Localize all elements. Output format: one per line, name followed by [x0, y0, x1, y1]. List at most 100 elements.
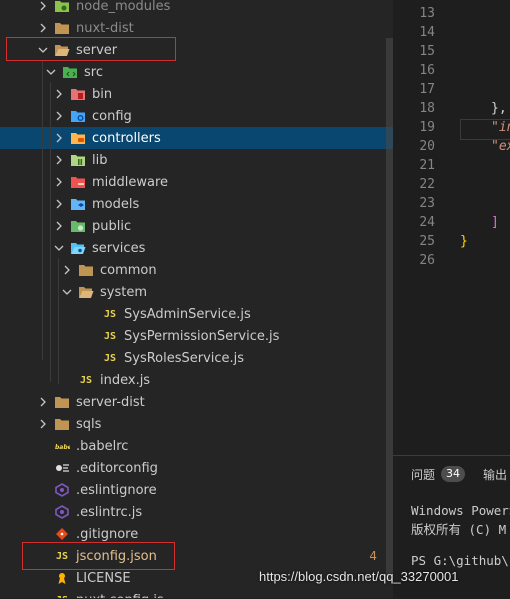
terminal-line: 版权所有 (C) M: [411, 522, 507, 537]
tree-item-label: SysPermissionService.js: [124, 328, 280, 344]
tree-item-label: nuxt.config.js: [76, 593, 164, 599]
tree-item-eslintrc-js[interactable]: .eslintrc.js: [0, 501, 393, 523]
tree-item-label: lib: [92, 152, 108, 168]
chevron-down-icon[interactable]: [60, 285, 74, 299]
chevron-right-icon[interactable]: [52, 131, 66, 145]
line-number: 19: [419, 120, 435, 135]
tree-item-services[interactable]: services: [0, 237, 393, 259]
editorconfig-icon: [54, 460, 70, 476]
folder-icon: [54, 394, 70, 410]
chevron-right-icon[interactable]: [52, 87, 66, 101]
line-number: 16: [419, 63, 435, 78]
chevron-down-icon[interactable]: [52, 241, 66, 255]
chevron-right-icon[interactable]: [36, 417, 50, 431]
annotation-box-jsconfig: [22, 542, 175, 570]
terminal-prompt[interactable]: PS G:\github\b: [411, 553, 510, 568]
panel-tabs: 问题 34 输出: [393, 464, 510, 484]
chevron-down-icon[interactable]: [44, 65, 58, 79]
tree-item-label: .gitignore: [76, 526, 139, 542]
line-number: 14: [419, 25, 435, 40]
tab-output-label: 输出: [483, 467, 508, 482]
folder-icon: [54, 416, 70, 432]
tree-item-label: index.js: [100, 372, 151, 388]
tree-item-server-dist[interactable]: server-dist: [0, 391, 393, 413]
line-number: 24: [419, 215, 435, 230]
tree-item-eslintignore[interactable]: .eslintignore: [0, 479, 393, 501]
tab-problems[interactable]: 问题 34: [411, 466, 466, 483]
code-editor[interactable]: 1314151617181920212223242526 }, "in "ex …: [393, 0, 510, 455]
src-folder-icon: [62, 64, 78, 80]
tree-item-lib[interactable]: lib: [0, 149, 393, 171]
tree-item-editorconfig[interactable]: .editorconfig: [0, 457, 393, 479]
line-number: 15: [419, 44, 435, 59]
tree-item-label: services: [92, 240, 146, 256]
tree-item-label: nuxt-dist: [76, 20, 134, 36]
tree-item-babelrc[interactable]: babel .babelrc: [0, 435, 393, 457]
tree-item-label: middleware: [92, 174, 169, 190]
tree-item-label: sqls: [76, 416, 102, 432]
chevron-right-icon[interactable]: [60, 263, 74, 277]
code-line-24: ]: [491, 215, 499, 230]
tree-item-node-modules[interactable]: node_modules: [0, 0, 393, 17]
tree-item-label: src: [84, 64, 103, 80]
code-line-25: }: [460, 234, 468, 249]
babel-icon: babel: [54, 438, 70, 454]
tree-item-label: node_modules: [76, 0, 171, 14]
chevron-right-icon[interactable]: [52, 219, 66, 233]
tree-item-label: SysRolesService.js: [124, 350, 245, 366]
chevron-right-icon[interactable]: [52, 153, 66, 167]
controllers-folder-icon: [70, 130, 86, 146]
chevron-right-icon[interactable]: [52, 175, 66, 189]
line-number: 21: [419, 158, 435, 173]
tab-problems-label: 问题: [411, 467, 436, 482]
annotation-box-server: [6, 37, 176, 61]
tree-item-nuxt-config-js[interactable]: JS nuxt.config.js: [0, 589, 393, 599]
tree-item-label: .babelrc: [76, 438, 129, 454]
line-number: 26: [419, 253, 435, 268]
folder-icon: [78, 262, 94, 278]
tree-item-label: common: [100, 262, 157, 278]
tree-item-label: controllers: [92, 130, 161, 146]
tree-item-controllers[interactable]: controllers: [0, 127, 393, 149]
watermark: https://blog.csdn.net/qq_33270001: [259, 569, 459, 584]
line-number: 22: [419, 177, 435, 192]
tree-item-bin[interactable]: bin: [0, 83, 393, 105]
js-file-icon: JS: [103, 352, 117, 364]
middleware-folder-icon: [70, 174, 86, 190]
eslint-icon: [54, 482, 70, 498]
tree-item-src[interactable]: src: [0, 61, 393, 83]
config-folder-icon: [70, 108, 86, 124]
tab-output[interactable]: 输出: [483, 466, 507, 483]
tree-item-config[interactable]: config: [0, 105, 393, 127]
tree-item-nuxt-dist[interactable]: nuxt-dist: [0, 17, 393, 39]
code-line-19: "in: [491, 120, 510, 135]
chevron-right-icon[interactable]: [36, 395, 50, 409]
line-number: 18: [419, 101, 435, 116]
tree-item-label: config: [92, 108, 132, 124]
code-line-18: },: [491, 101, 507, 116]
models-folder-icon: [70, 196, 86, 212]
chevron-right-icon[interactable]: [36, 0, 50, 13]
tree-item-sqls[interactable]: sqls: [0, 413, 393, 435]
license-icon: [54, 570, 70, 586]
tree-item-label: system: [100, 284, 147, 300]
line-number: 23: [419, 196, 435, 211]
git-icon: [54, 526, 70, 542]
explorer-scrollbar[interactable]: [386, 38, 393, 580]
chevron-right-icon[interactable]: [36, 21, 50, 35]
node-modules-folder-icon: [54, 0, 70, 14]
tree-item-label: server-dist: [76, 394, 145, 410]
line-number: 17: [419, 82, 435, 97]
public-folder-icon: [70, 218, 86, 234]
chevron-right-icon[interactable]: [52, 197, 66, 211]
tree-item-middleware[interactable]: middleware: [0, 171, 393, 193]
problem-count-badge: 4: [369, 549, 377, 563]
tree-item-public[interactable]: public: [0, 215, 393, 237]
indent-guide: [50, 82, 51, 382]
chevron-right-icon[interactable]: [52, 109, 66, 123]
tree-item-models[interactable]: models: [0, 193, 393, 215]
js-file-icon: JS: [103, 308, 117, 320]
terminal-line: Windows PowerS: [411, 503, 510, 518]
line-number: 20: [419, 139, 435, 154]
tree-item-label: .eslintignore: [76, 482, 157, 498]
